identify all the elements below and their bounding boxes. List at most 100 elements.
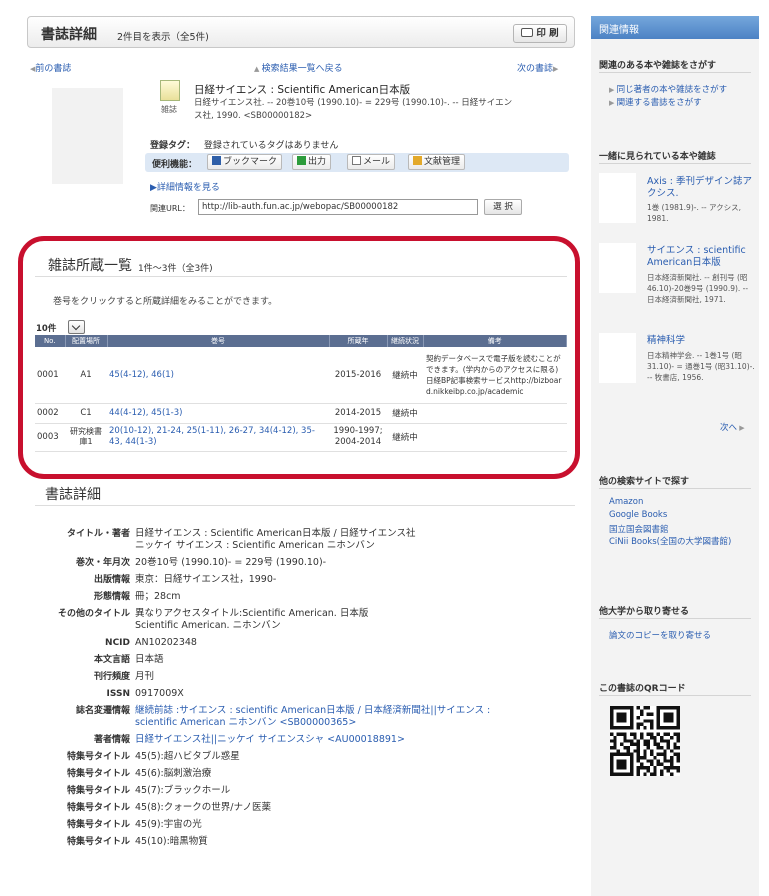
prev-record-link[interactable]: ◀前の書誌 — [30, 61, 71, 74]
biblio-row: 刊行頻度 月刊 — [93, 671, 155, 682]
author-link[interactable]: 日経サイエンス社||ニッケイ サイエンスシャ <AU00018891> — [135, 734, 558, 746]
amazon-link[interactable]: Amazon — [609, 497, 643, 507]
book-description: 日経サイエンス社. -- 20巻10号 (1990.10)- = 229号 (1… — [194, 98, 513, 121]
bookmark-icon — [212, 156, 221, 165]
book-cover — [52, 88, 123, 184]
select-url-button[interactable]: 選 択 — [484, 199, 522, 215]
show-details-link[interactable]: ▶詳細情報を見る — [150, 180, 220, 193]
bookmark-button[interactable]: ブックマーク — [207, 154, 283, 170]
column-header: 継続状況 — [387, 335, 424, 347]
divider — [599, 72, 751, 73]
biblio-row: 誌名変遷情報 継続前誌 :サイエンス : scientific American日… — [38, 705, 558, 729]
material-type-label: 雑誌 — [161, 105, 177, 114]
reference-manager-button[interactable]: 文献管理 — [408, 154, 466, 170]
divider — [599, 488, 751, 489]
sidebar-section-title: この書誌のQRコード — [599, 684, 686, 694]
back-to-results-link[interactable]: ▲ 検索結果一覧へ戻る — [254, 61, 343, 74]
holdings-table: No. 配置場所 巻号 所蔵年 継続状況 備考 0001 A1 45(4-12)… — [35, 335, 567, 452]
divider — [599, 618, 751, 619]
page-title: 書誌詳細 — [41, 27, 97, 43]
biblio-row: 出版情報 東京：日経サイエンス社，1990- — [93, 574, 277, 585]
row-volume: 44(4-12), 45(1-3) — [107, 403, 329, 424]
column-header: 配置場所 — [65, 335, 108, 347]
biblio-row: ISSN 0917009X — [106, 688, 184, 699]
sidebar-section-title: 他の検索サイトで探す — [599, 477, 690, 487]
arrow-right-icon: ▶ — [737, 424, 745, 432]
mail-button[interactable]: メール — [347, 154, 396, 170]
column-header: 所蔵年 — [329, 335, 388, 347]
volume-link[interactable]: 45(4-12), 46(1) — [109, 370, 174, 380]
biblio-row: 形態情報 冊；28cm — [93, 591, 181, 602]
printer-icon — [521, 28, 534, 37]
divider — [599, 163, 751, 164]
row-no: 0002 — [35, 403, 65, 424]
related-item-title[interactable]: Axis : 季刊デザイン誌アクシス. — [647, 176, 755, 200]
cinii-link[interactable]: CiNii Books(全国の大学図書館) — [609, 536, 757, 548]
volume-link[interactable]: 20(10-12), 21-24, 25(1-11), 26-27, 34(4-… — [109, 426, 315, 447]
table-header-row: No. 配置場所 巻号 所蔵年 継続状況 備考 — [35, 335, 567, 347]
row-no: 0001 — [35, 347, 65, 404]
sidebar-next-link[interactable]: 次へ ▶ — [720, 421, 745, 433]
sidebar-section-title: 一緒に見られている本や雑誌 — [599, 152, 716, 162]
related-records-link[interactable]: ▶ 関連する書誌をさがす — [609, 96, 702, 108]
tag-label: 登録タグ： — [150, 141, 196, 151]
row-location: A1 — [65, 347, 107, 404]
item-cover — [599, 243, 636, 293]
row-no: 0003 — [35, 423, 65, 452]
holdings-title: 雑誌所蔵一覧 — [48, 258, 132, 274]
biblio-row: 特集号タイトル 45(9):宇宙の光 — [66, 819, 202, 830]
same-author-link[interactable]: ▶ 同じ著者の本や雑誌をさがす — [609, 83, 727, 95]
volume-link[interactable]: 44(4-12), 45(1-3) — [109, 408, 182, 418]
row-status: 継続中 — [387, 403, 423, 424]
book-title: 日経サイエンス : Scientific American日本版 — [194, 84, 411, 96]
biblio-title: 書誌詳細 — [45, 487, 101, 503]
record-count: 2件目を表示（全5件) — [117, 32, 209, 43]
item-cover — [599, 173, 636, 223]
biblio-row: 特集号タイトル 45(10):暗黒物質 — [66, 836, 208, 847]
row-note — [423, 403, 567, 424]
row-year: 2015-2016 — [329, 347, 387, 404]
url-field[interactable] — [198, 199, 478, 215]
row-volume: 20(10-12), 21-24, 25(1-11), 26-27, 34(4-… — [107, 423, 329, 452]
google-books-link[interactable]: Google Books — [609, 510, 667, 520]
arrow-right-icon: ▶ — [609, 99, 617, 107]
row-year: 2014-2015 — [329, 403, 387, 424]
row-location: 研究検書庫1 — [65, 423, 107, 452]
divider — [35, 276, 567, 277]
next-record-link[interactable]: 次の書誌▶ — [517, 61, 558, 74]
sidebar-section-title: 他大学から取り寄せる — [599, 607, 690, 617]
chevron-down-icon — [71, 321, 81, 331]
title-change-link[interactable]: 継続前誌 :サイエンス : scientific American日本版 / 日… — [135, 705, 558, 729]
tools-bar: 便利機能： ブックマーク 出力 メール 文献管理 — [145, 153, 569, 172]
biblio-details: タイトル・著者 日経サイエンス : Scientific American日本版 … — [38, 528, 558, 853]
related-item-title[interactable]: 精神科学 — [647, 335, 755, 347]
biblio-row: 特集号タイトル 45(8):クォークの世界/ナノ医薬 — [66, 802, 271, 813]
arrow-up-icon: ▲ — [254, 65, 262, 73]
row-location: C1 — [65, 403, 107, 424]
column-header: 巻号 — [107, 335, 330, 347]
arrow-right-icon: ▶ — [553, 65, 559, 73]
divider — [599, 695, 751, 696]
tag-row: 登録タグ： 登録されているタグはありません — [150, 138, 338, 151]
sidebar-header: 関連情報 — [591, 16, 759, 39]
ndl-link[interactable]: 国立国会図書館 — [609, 523, 669, 535]
print-button[interactable]: 印 刷 — [513, 24, 567, 43]
export-icon — [297, 156, 306, 165]
per-page-value: 10件 — [36, 324, 57, 334]
table-row: 0003 研究検書庫1 20(10-12), 21-24, 25(1-11), … — [35, 423, 567, 452]
row-year: 1990-1997;2004-2014 — [329, 423, 387, 452]
folder-icon — [413, 156, 422, 165]
holdings-note: 巻号をクリックすると所蔵詳細をみることができます。 — [53, 297, 278, 307]
item-cover — [599, 333, 636, 383]
biblio-row: 特集号タイトル 45(6):脳刺激治療 — [66, 768, 212, 779]
request-copy-link[interactable]: 論文のコピーを取り寄せる — [609, 629, 711, 641]
per-page-dropdown[interactable] — [68, 320, 85, 334]
output-button[interactable]: 出力 — [292, 154, 332, 170]
column-header: 備考 — [423, 335, 567, 347]
related-item-desc: 1巻 (1981.9)-. -- アクシス, 1981. — [647, 203, 742, 223]
page-header: 書誌詳細 2件目を表示（全5件) 印 刷 — [27, 16, 575, 48]
qr-code-icon — [610, 706, 680, 776]
related-item-desc: 日本経済新聞社. -- 創刊号 (昭46.10)-20巻9号 (1990.9).… — [647, 273, 749, 304]
related-item-title[interactable]: サイエンス : scientific American日本版 — [647, 245, 755, 269]
biblio-row: NCID AN10202348 — [105, 637, 197, 648]
